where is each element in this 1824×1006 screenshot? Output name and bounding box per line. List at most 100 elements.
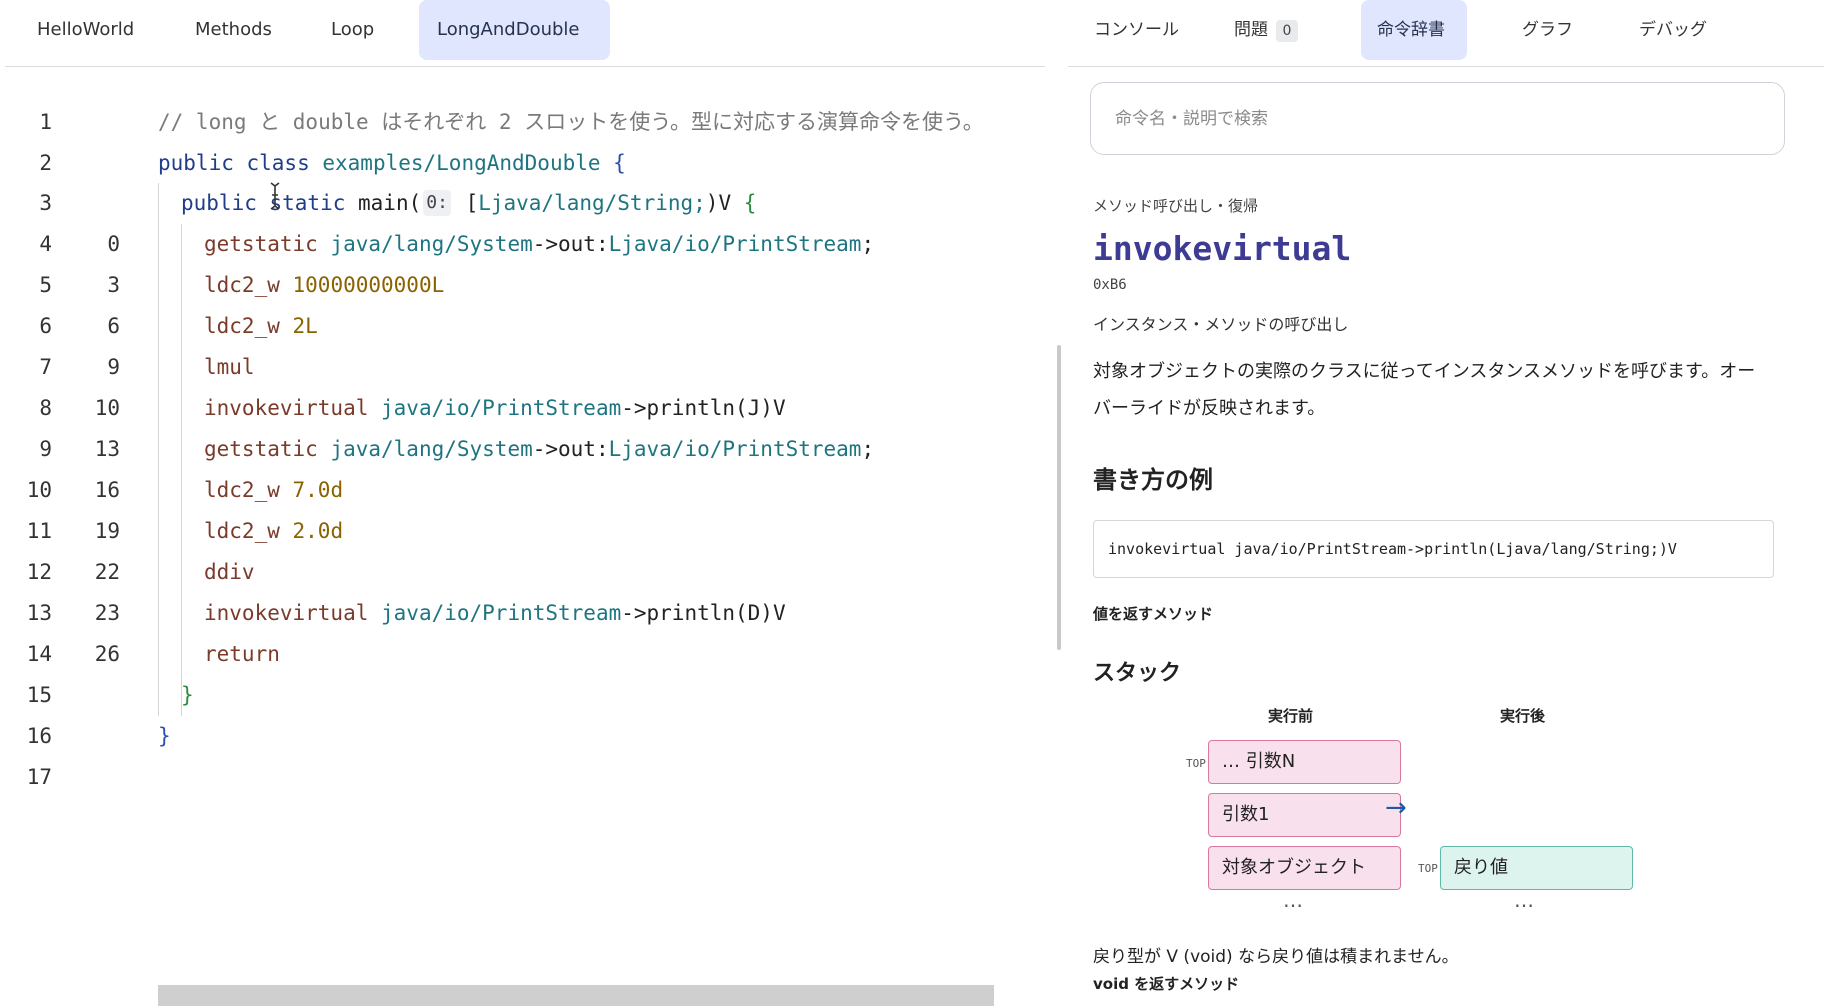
- void-method-heading: void を返すメソッド: [1093, 975, 1240, 993]
- code-token: ;: [861, 437, 875, 461]
- code-token: java/lang/System: [330, 232, 533, 256]
- code-token: public class: [158, 151, 323, 175]
- indent-guide: [158, 552, 159, 593]
- code-line[interactable]: 1 // long と double はそれぞれ 2 スロットを使う。型に対応する…: [0, 102, 1048, 143]
- line-number: 3: [39, 191, 52, 215]
- stack-after-ellipsis: …: [1514, 888, 1534, 912]
- indent-guide: [181, 388, 182, 429]
- stack-before-slot: 引数1: [1208, 793, 1401, 837]
- stack-before-slot: … 引数N: [1208, 740, 1401, 784]
- code-text: }: [181, 675, 194, 716]
- stack-before-ellipsis: …: [1283, 888, 1303, 912]
- code-text: public class examples/LongAndDouble {: [158, 143, 626, 184]
- code-line[interactable]: 7 9 lmul: [0, 347, 1048, 388]
- indent-guide: [158, 265, 159, 306]
- code-line[interactable]: 4 0 getstatic java/lang/System->out:Ljava/…: [0, 224, 1048, 265]
- indent-guide: [158, 470, 159, 511]
- indent-guide: [181, 593, 182, 634]
- bytecode-offset: 16: [94, 478, 120, 502]
- line-number: 10: [26, 478, 52, 502]
- stack-before-label: 実行前: [1268, 707, 1314, 725]
- code-line[interactable]: 8 10 invokevirtual java/io/PrintStream->pr…: [0, 388, 1048, 429]
- indent-guide: [181, 470, 182, 511]
- indent-guide: [158, 388, 159, 429]
- code-text: invokevirtual java/io/PrintStream->print…: [204, 388, 786, 429]
- code-text: ldc2_w 2L: [204, 306, 318, 347]
- code-text: ldc2_w 10000000000L: [204, 265, 444, 306]
- bytecode-offset: 19: [94, 519, 120, 543]
- tab-helloworld[interactable]: HelloWorld: [19, 0, 152, 60]
- code-line[interactable]: 9 13 getstatic java/lang/System->out:Ljava…: [0, 429, 1048, 470]
- code-line[interactable]: 14 26 return: [0, 634, 1048, 675]
- code-token: {: [743, 191, 757, 215]
- code-text: // long と double はそれぞれ 2 スロットを使う。型に対応する演…: [158, 102, 984, 143]
- code-text: }: [158, 716, 171, 757]
- bytecode-offset: 10: [94, 396, 120, 420]
- code-line[interactable]: 11 19 ldc2_w 2.0d: [0, 511, 1048, 552]
- code-token: 2L: [292, 314, 318, 338]
- example-heading: 書き方の例: [1093, 466, 1213, 494]
- tab-methods[interactable]: Methods: [177, 0, 290, 60]
- tab-debug[interactable]: デバッグ: [1623, 0, 1723, 60]
- line-number: 6: [39, 314, 52, 338]
- indent-guide: [181, 634, 182, 675]
- code-token: ->println(J)V: [621, 396, 786, 420]
- line-number: 1: [39, 110, 52, 134]
- pane-resize-handle[interactable]: [1057, 345, 1061, 650]
- code-token: }: [181, 683, 194, 707]
- code-token: 10000000000L: [292, 273, 445, 297]
- code-token: ldc2_w: [204, 478, 293, 502]
- code-token: java/io/PrintStream: [381, 396, 622, 420]
- line-number: 7: [39, 355, 52, 379]
- line-number: 8: [39, 396, 52, 420]
- bytecode-offset: 3: [107, 273, 120, 297]
- stack-before-slot: 対象オブジェクト: [1208, 846, 1401, 890]
- instruction-search-input[interactable]: [1090, 82, 1785, 155]
- code-token: ->println(D)V: [621, 601, 786, 625]
- example-code-block: invokevirtual java/io/PrintStream->print…: [1093, 520, 1774, 578]
- code-token: ->out:: [532, 437, 609, 461]
- code-token: ->out:: [532, 232, 609, 256]
- problems-count-badge: 0: [1276, 20, 1298, 42]
- code-text: lmul: [204, 347, 255, 388]
- instruction-name: invokevirtual: [1093, 229, 1352, 268]
- tab-instruction-dictionary[interactable]: 命令辞書: [1361, 0, 1467, 60]
- editor-horizontal-scrollbar[interactable]: [158, 985, 994, 1006]
- instruction-summary: インスタンス・メソッドの呼び出し: [1093, 315, 1349, 334]
- line-number: 5: [39, 273, 52, 297]
- tab-loop[interactable]: Loop: [313, 0, 392, 60]
- code-line[interactable]: 16}: [0, 716, 1048, 757]
- bytecode-offset: 6: [107, 314, 120, 338]
- line-number: 11: [26, 519, 52, 543]
- bytecode-offset: 23: [94, 601, 120, 625]
- code-text: ldc2_w 2.0d: [204, 511, 343, 552]
- code-token: ldc2_w: [204, 519, 293, 543]
- tab-console[interactable]: コンソール: [1078, 0, 1195, 60]
- code-line[interactable]: 13 23 invokevirtual java/io/PrintStream->p…: [0, 593, 1048, 634]
- code-line[interactable]: 6 6 ldc2_w 2L: [0, 306, 1048, 347]
- indent-guide: [181, 552, 182, 593]
- code-token: 2.0d: [292, 519, 344, 543]
- stack-after-top-label: TOP: [1418, 862, 1438, 875]
- indent-guide: [158, 511, 159, 552]
- code-token: ;: [861, 232, 875, 256]
- tab-longanddouble[interactable]: LongAndDouble: [419, 0, 610, 60]
- code-token: ldc2_w: [204, 273, 293, 297]
- tab-graph[interactable]: グラフ: [1506, 0, 1589, 60]
- code-token: lmul: [204, 355, 255, 379]
- indent-guide: [158, 429, 159, 470]
- code-token: invokevirtual: [204, 601, 382, 625]
- code-token: examples/LongAndDouble: [322, 151, 601, 175]
- code-line[interactable]: 17: [0, 757, 1048, 798]
- code-line[interactable]: 2 public class examples/LongAndDouble {: [0, 143, 1048, 184]
- code-line[interactable]: 12 22 ddiv: [0, 552, 1048, 593]
- code-line[interactable]: 10 16 ldc2_w 7.0d: [0, 470, 1048, 511]
- code-line[interactable]: 15}: [0, 675, 1048, 716]
- code-token: Ljava/io/PrintStream: [608, 437, 862, 461]
- code-line[interactable]: 5 3 ldc2_w 10000000000L: [0, 265, 1048, 306]
- indent-guide: [158, 593, 159, 634]
- tab-problems[interactable]: 問題 0: [1218, 0, 1314, 60]
- line-number: 17: [26, 765, 52, 789]
- line-number: 14: [26, 642, 52, 666]
- code-line[interactable]: 3 public static main(0: [Ljava/lang/Strin…: [0, 183, 1048, 224]
